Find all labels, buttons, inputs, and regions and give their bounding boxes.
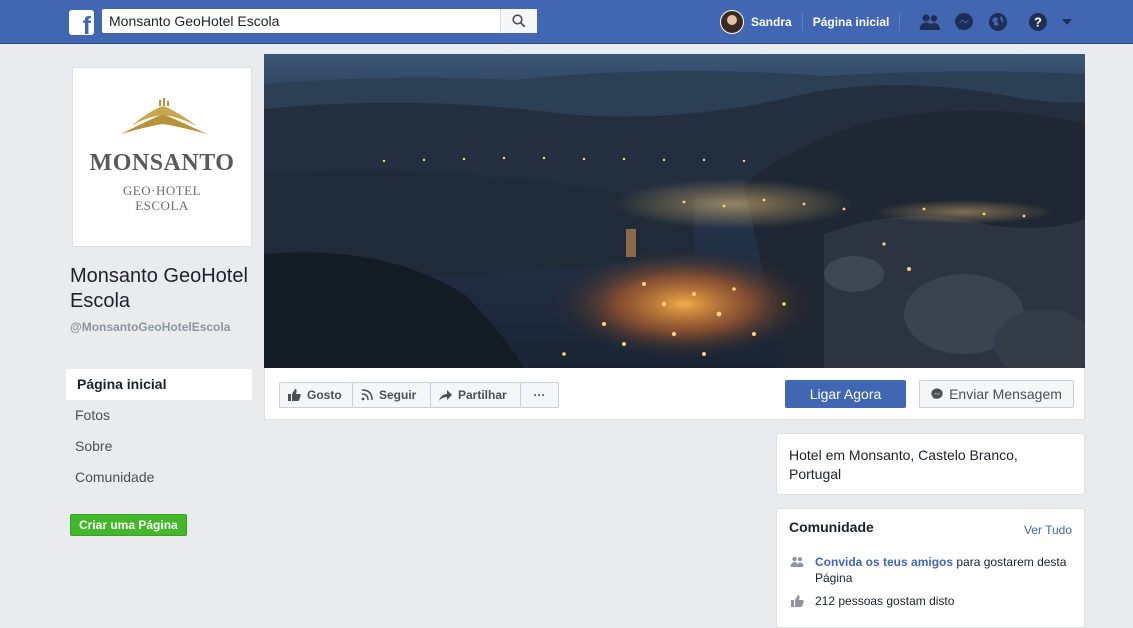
invite-friends-row: Convida os teus amigos para gostarem des… — [789, 554, 1074, 586]
messenger-small-icon — [931, 388, 943, 400]
messenger-icon[interactable] — [952, 10, 976, 34]
people-icon — [789, 554, 805, 567]
nav-icons: ? — [918, 10, 1084, 34]
like-label: Gosto — [307, 388, 342, 402]
share-label: Partilhar — [458, 388, 507, 402]
about-text: Hotel em Monsanto, Castelo Branco, Portu… — [789, 447, 1018, 482]
globe-icon[interactable] — [986, 10, 1010, 34]
follow-button[interactable]: Seguir — [352, 382, 431, 408]
left-nav-item-home[interactable]: Página inicial — [66, 369, 252, 400]
divider — [801, 13, 803, 31]
page-action-bar: Gosto Seguir Partilhar ··· Ligar Agora E… — [264, 368, 1085, 420]
search-input[interactable] — [102, 9, 509, 33]
logo-sub-text: GEO·HOTEL — [122, 183, 202, 198]
avatar[interactable] — [720, 10, 744, 34]
user-name-link[interactable]: Sandra — [751, 15, 792, 29]
search-box — [102, 9, 536, 33]
search-button[interactable] — [500, 9, 537, 33]
left-nav: Página inicial Fotos Sobre Comunidade — [66, 369, 252, 493]
see-all-link[interactable]: Ver Tudo — [1024, 523, 1072, 537]
like-icon — [288, 389, 301, 401]
more-options-button[interactable]: ··· — [520, 382, 559, 408]
search-icon — [512, 14, 526, 28]
left-nav-item-community[interactable]: Comunidade — [66, 462, 252, 493]
about-card: Hotel em Monsanto, Castelo Branco, Portu… — [776, 433, 1085, 495]
share-button[interactable]: Partilhar — [430, 382, 521, 408]
invite-friends-link[interactable]: Convida os teus amigos — [815, 555, 953, 569]
page-title[interactable]: Monsanto GeoHotel Escola — [70, 264, 255, 314]
home-link[interactable]: Página inicial — [813, 15, 890, 29]
divider — [899, 13, 901, 31]
page-username[interactable]: @MonsantoGeoHotelEscola — [70, 320, 255, 335]
svg-text:?: ? — [1034, 15, 1042, 30]
cover-image — [264, 54, 1085, 368]
profile-picture[interactable]: MONSANTO GEO·HOTEL ESCOLA — [72, 67, 252, 247]
call-now-button[interactable]: Ligar Agora — [785, 380, 906, 408]
facebook-logo-icon[interactable]: f — [69, 10, 94, 35]
thumbs-up-icon — [789, 593, 805, 607]
likes-count-text: 212 pessoas gostam disto — [815, 594, 955, 608]
help-icon[interactable]: ? — [1026, 10, 1050, 34]
top-navigation-bar: f Sandra Página inicial — [0, 0, 1133, 44]
likes-row: 212 pessoas gostam disto — [789, 593, 954, 609]
left-nav-item-photos[interactable]: Fotos — [66, 400, 252, 431]
logo-sub-text-2: ESCOLA — [135, 198, 189, 213]
monsanto-logo-mark — [121, 98, 207, 134]
logo-main-text: MONSANTO — [89, 150, 235, 176]
send-message-button[interactable]: Enviar Mensagem — [919, 380, 1074, 408]
user-area: Sandra Página inicial — [720, 10, 910, 34]
caret-down-icon[interactable] — [1060, 10, 1074, 34]
community-card: Comunidade Ver Tudo Convida os teus amig… — [776, 508, 1085, 628]
left-nav-item-about[interactable]: Sobre — [66, 431, 252, 462]
follow-label: Seguir — [379, 388, 417, 402]
send-message-label: Enviar Mensagem — [949, 386, 1062, 402]
cover-photo[interactable] — [264, 54, 1085, 368]
share-arrow-icon — [439, 389, 452, 401]
rss-icon — [361, 389, 373, 401]
like-button[interactable]: Gosto — [279, 382, 353, 408]
friends-icon[interactable] — [918, 10, 942, 34]
create-page-button[interactable]: Criar uma Página — [70, 514, 187, 536]
